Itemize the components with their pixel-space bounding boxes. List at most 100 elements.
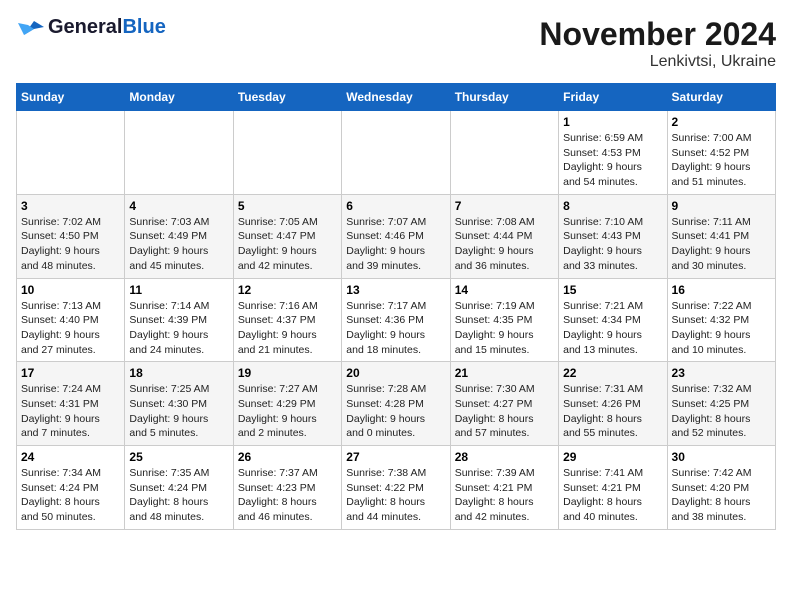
calendar-cell: 2 Sunrise: 7:00 AM Sunset: 4:52 PM Daylig… — [667, 111, 775, 195]
day-info: Sunrise: 7:00 AM Sunset: 4:52 PM Dayligh… — [672, 131, 771, 190]
calendar-cell: 18 Sunrise: 7:25 AM Sunset: 4:30 PM Dayli… — [125, 362, 233, 446]
day-number: 1 — [563, 115, 662, 129]
day-info: Sunrise: 7:30 AM Sunset: 4:27 PM Dayligh… — [455, 382, 554, 441]
page-header: GeneralBlue November 2024 Lenkivtsi, Ukr… — [16, 16, 776, 71]
logo-bird-icon — [16, 17, 46, 39]
calendar-cell — [450, 111, 558, 195]
day-info: Sunrise: 7:21 AM Sunset: 4:34 PM Dayligh… — [563, 299, 662, 358]
day-number: 18 — [129, 366, 228, 380]
day-number: 17 — [21, 366, 120, 380]
day-number: 14 — [455, 283, 554, 297]
day-info: Sunrise: 7:32 AM Sunset: 4:25 PM Dayligh… — [672, 382, 771, 441]
calendar-cell: 1 Sunrise: 6:59 AM Sunset: 4:53 PM Daylig… — [559, 111, 667, 195]
day-number: 9 — [672, 199, 771, 213]
day-number: 2 — [672, 115, 771, 129]
day-info: Sunrise: 7:14 AM Sunset: 4:39 PM Dayligh… — [129, 299, 228, 358]
weekday-header: Tuesday — [233, 84, 341, 111]
day-number: 10 — [21, 283, 120, 297]
calendar-cell: 21 Sunrise: 7:30 AM Sunset: 4:27 PM Dayli… — [450, 362, 558, 446]
day-number: 4 — [129, 199, 228, 213]
day-number: 20 — [346, 366, 445, 380]
weekday-header: Friday — [559, 84, 667, 111]
calendar-cell — [342, 111, 450, 195]
day-info: Sunrise: 7:08 AM Sunset: 4:44 PM Dayligh… — [455, 215, 554, 274]
calendar-cell: 13 Sunrise: 7:17 AM Sunset: 4:36 PM Dayli… — [342, 278, 450, 362]
day-info: Sunrise: 7:37 AM Sunset: 4:23 PM Dayligh… — [238, 466, 337, 525]
day-number: 3 — [21, 199, 120, 213]
day-number: 26 — [238, 450, 337, 464]
day-info: Sunrise: 7:22 AM Sunset: 4:32 PM Dayligh… — [672, 299, 771, 358]
day-number: 13 — [346, 283, 445, 297]
calendar-cell: 12 Sunrise: 7:16 AM Sunset: 4:37 PM Dayli… — [233, 278, 341, 362]
logo-blue: Blue — [122, 16, 165, 38]
day-info: Sunrise: 7:19 AM Sunset: 4:35 PM Dayligh… — [455, 299, 554, 358]
day-info: Sunrise: 7:34 AM Sunset: 4:24 PM Dayligh… — [21, 466, 120, 525]
calendar-cell: 23 Sunrise: 7:32 AM Sunset: 4:25 PM Dayli… — [667, 362, 775, 446]
day-info: Sunrise: 7:28 AM Sunset: 4:28 PM Dayligh… — [346, 382, 445, 441]
calendar-cell: 7 Sunrise: 7:08 AM Sunset: 4:44 PM Daylig… — [450, 194, 558, 278]
logo-general: General — [48, 16, 122, 38]
calendar-cell: 11 Sunrise: 7:14 AM Sunset: 4:39 PM Dayli… — [125, 278, 233, 362]
day-info: Sunrise: 7:16 AM Sunset: 4:37 PM Dayligh… — [238, 299, 337, 358]
calendar-cell: 29Sunrise: 7:41 AM Sunset: 4:21 PM Dayli… — [559, 446, 667, 530]
day-info: Sunrise: 7:17 AM Sunset: 4:36 PM Dayligh… — [346, 299, 445, 358]
day-info: Sunrise: 7:27 AM Sunset: 4:29 PM Dayligh… — [238, 382, 337, 441]
calendar-cell: 15Sunrise: 7:21 AM Sunset: 4:34 PM Dayli… — [559, 278, 667, 362]
calendar-cell: 5 Sunrise: 7:05 AM Sunset: 4:47 PM Daylig… — [233, 194, 341, 278]
calendar-week-row: 1 Sunrise: 6:59 AM Sunset: 4:53 PM Daylig… — [17, 111, 776, 195]
day-info: Sunrise: 6:59 AM Sunset: 4:53 PM Dayligh… — [563, 131, 662, 190]
weekday-header: Thursday — [450, 84, 558, 111]
day-number: 22 — [563, 366, 662, 380]
day-info: Sunrise: 7:03 AM Sunset: 4:49 PM Dayligh… — [129, 215, 228, 274]
day-number: 28 — [455, 450, 554, 464]
page-title: November 2024 — [539, 16, 776, 53]
day-info: Sunrise: 7:39 AM Sunset: 4:21 PM Dayligh… — [455, 466, 554, 525]
calendar-week-row: 17 Sunrise: 7:24 AM Sunset: 4:31 PM Dayli… — [17, 362, 776, 446]
day-info: Sunrise: 7:25 AM Sunset: 4:30 PM Dayligh… — [129, 382, 228, 441]
calendar-cell: 22Sunrise: 7:31 AM Sunset: 4:26 PM Dayli… — [559, 362, 667, 446]
calendar-cell: 4 Sunrise: 7:03 AM Sunset: 4:49 PM Daylig… — [125, 194, 233, 278]
day-info: Sunrise: 7:13 AM Sunset: 4:40 PM Dayligh… — [21, 299, 120, 358]
day-number: 6 — [346, 199, 445, 213]
calendar-cell: 6Sunrise: 7:07 AM Sunset: 4:46 PM Daylig… — [342, 194, 450, 278]
day-info: Sunrise: 7:38 AM Sunset: 4:22 PM Dayligh… — [346, 466, 445, 525]
calendar-cell: 10 Sunrise: 7:13 AM Sunset: 4:40 PM Dayli… — [17, 278, 125, 362]
day-info: Sunrise: 7:02 AM Sunset: 4:50 PM Dayligh… — [21, 215, 120, 274]
day-number: 19 — [238, 366, 337, 380]
title-block: November 2024 Lenkivtsi, Ukraine — [539, 16, 776, 71]
calendar-cell — [17, 111, 125, 195]
day-info: Sunrise: 7:35 AM Sunset: 4:24 PM Dayligh… — [129, 466, 228, 525]
day-number: 23 — [672, 366, 771, 380]
calendar-cell: 20 Sunrise: 7:28 AM Sunset: 4:28 PM Dayli… — [342, 362, 450, 446]
calendar-table: SundayMondayTuesdayWednesdayThursdayFrid… — [16, 83, 776, 530]
calendar-cell — [125, 111, 233, 195]
weekday-header: Wednesday — [342, 84, 450, 111]
calendar-cell: 24 Sunrise: 7:34 AM Sunset: 4:24 PM Dayli… — [17, 446, 125, 530]
day-number: 29 — [563, 450, 662, 464]
calendar-cell: 25 Sunrise: 7:35 AM Sunset: 4:24 PM Dayli… — [125, 446, 233, 530]
calendar-cell: 17 Sunrise: 7:24 AM Sunset: 4:31 PM Dayli… — [17, 362, 125, 446]
weekday-header: Saturday — [667, 84, 775, 111]
day-number: 5 — [238, 199, 337, 213]
day-number: 24 — [21, 450, 120, 464]
calendar-header: SundayMondayTuesdayWednesdayThursdayFrid… — [17, 84, 776, 111]
weekday-header: Monday — [125, 84, 233, 111]
day-number: 27 — [346, 450, 445, 464]
calendar-cell: 9Sunrise: 7:11 AM Sunset: 4:41 PM Daylig… — [667, 194, 775, 278]
logo: GeneralBlue — [16, 16, 166, 39]
calendar-cell: 16Sunrise: 7:22 AM Sunset: 4:32 PM Dayli… — [667, 278, 775, 362]
day-number: 11 — [129, 283, 228, 297]
day-number: 21 — [455, 366, 554, 380]
calendar-cell: 30Sunrise: 7:42 AM Sunset: 4:20 PM Dayli… — [667, 446, 775, 530]
day-info: Sunrise: 7:24 AM Sunset: 4:31 PM Dayligh… — [21, 382, 120, 441]
day-number: 12 — [238, 283, 337, 297]
day-number: 25 — [129, 450, 228, 464]
page-subtitle: Lenkivtsi, Ukraine — [539, 53, 776, 71]
calendar-cell: 19 Sunrise: 7:27 AM Sunset: 4:29 PM Dayli… — [233, 362, 341, 446]
day-number: 8 — [563, 199, 662, 213]
day-info: Sunrise: 7:05 AM Sunset: 4:47 PM Dayligh… — [238, 215, 337, 274]
weekday-header: Sunday — [17, 84, 125, 111]
calendar-cell: 14 Sunrise: 7:19 AM Sunset: 4:35 PM Dayli… — [450, 278, 558, 362]
day-number: 7 — [455, 199, 554, 213]
day-info: Sunrise: 7:10 AM Sunset: 4:43 PM Dayligh… — [563, 215, 662, 274]
